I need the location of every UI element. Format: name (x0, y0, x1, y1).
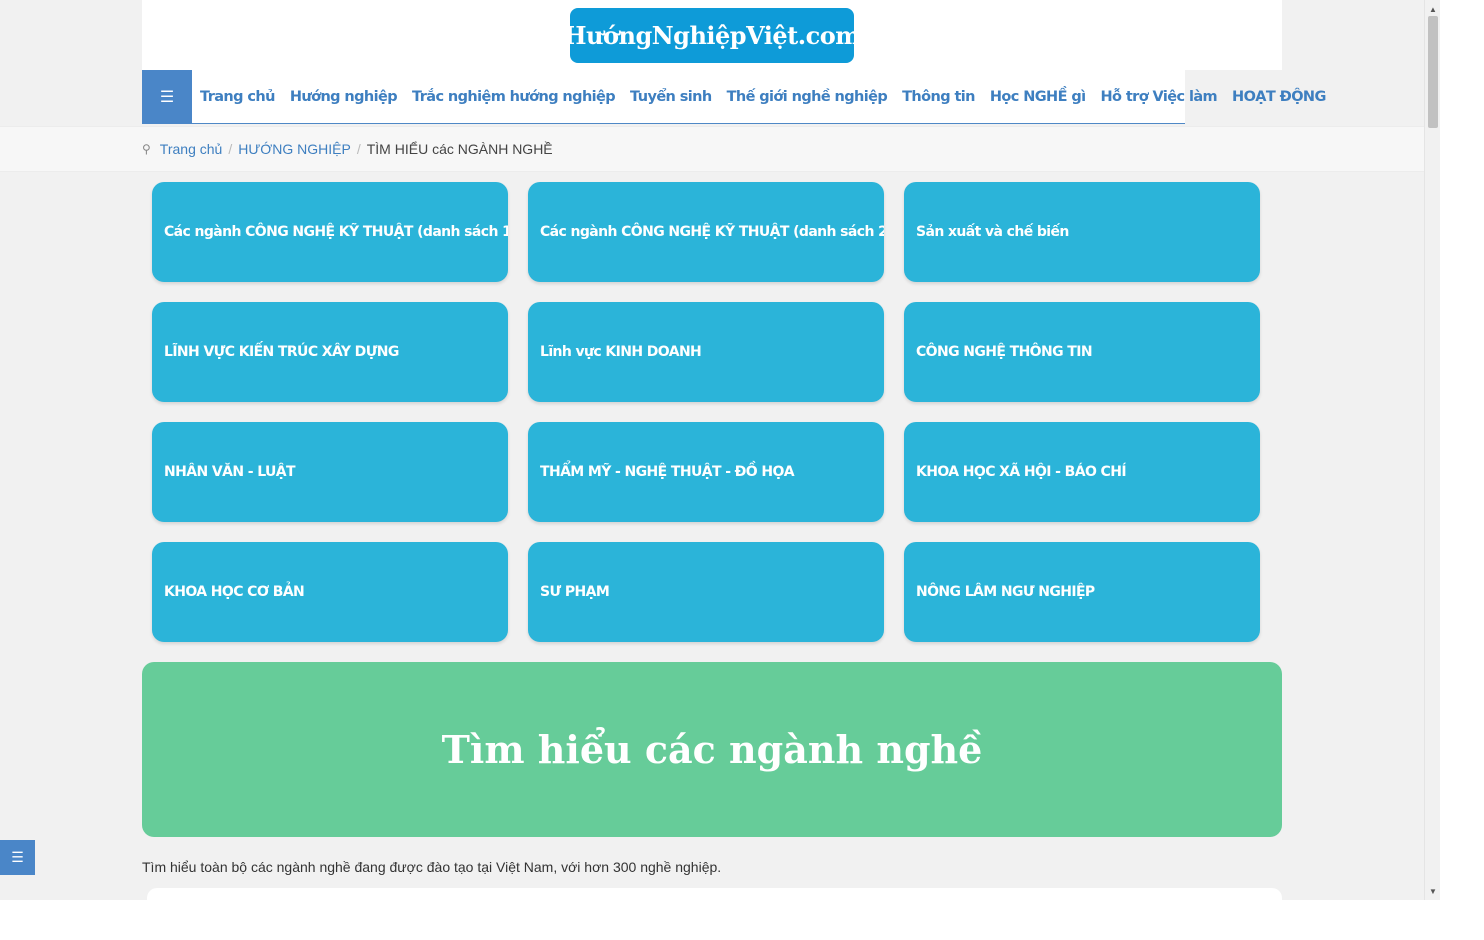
scroll-down-icon[interactable]: ▼ (1425, 884, 1440, 898)
breadcrumb-home[interactable]: Trang chủ (160, 141, 223, 157)
page-viewport: HướngNghiệpViệt.com ☰ Trang chủ Hướng ng… (0, 0, 1440, 900)
category-tile-humanities-law[interactable]: NHÂN VĂN - LUẬT (152, 422, 508, 522)
breadcrumb-separator: / (228, 141, 233, 157)
nav-item-career-test[interactable]: Trắc nghiệm hướng nghiệp (412, 89, 616, 105)
side-menu-icon[interactable]: ☰ (0, 840, 35, 875)
scroll-thumb[interactable] (1428, 16, 1438, 128)
site-logo[interactable]: HướngNghiệpViệt.com (564, 8, 861, 63)
nav-item-job-support[interactable]: Hỗ trợ Việc làm (1101, 89, 1218, 105)
nav-items: Trang chủ Hướng nghiệp Trắc nghiệm hướng… (192, 89, 1326, 105)
category-tile-business[interactable]: Lĩnh vực KINH DOANH (528, 302, 884, 402)
vertical-scrollbar[interactable]: ▲ ▼ (1424, 0, 1440, 900)
category-tile-social-journalism[interactable]: KHOA HỌC XÃ HỘI - BÁO CHÍ (904, 422, 1260, 522)
main-navbar: ☰ Trang chủ Hướng nghiệp Trắc nghiệm hướ… (142, 69, 1326, 124)
category-tile-agriculture[interactable]: NÔNG LÂM NGƯ NGHIỆP (904, 542, 1260, 642)
category-grid: Các ngành CÔNG NGHỆ KỸ THUẬT (danh sách … (152, 182, 1262, 642)
hero-banner: Tìm hiểu các ngành nghề (142, 662, 1282, 837)
nav-item-information[interactable]: Thông tin (902, 89, 975, 105)
breadcrumb-career-guidance[interactable]: HƯỚNG NGHIỆP (238, 141, 351, 157)
map-marker-icon: ⚲ (142, 142, 151, 156)
category-tile-it[interactable]: CÔNG NGHỆ THÔNG TIN (904, 302, 1260, 402)
category-tile-basic-science[interactable]: KHOA HỌC CƠ BẢN (152, 542, 508, 642)
nav-item-home[interactable]: Trang chủ (200, 89, 275, 105)
nav-item-career-guidance[interactable]: Hướng nghiệp (290, 89, 398, 105)
category-tile-architecture[interactable]: LĨNH VỰC KIẾN TRÚC XÂY DỰNG (152, 302, 508, 402)
category-tile-pedagogy[interactable]: SƯ PHẠM (528, 542, 884, 642)
site-header: HướngNghiệpViệt.com (142, 0, 1282, 70)
intro-text: Tìm hiểu toàn bộ các ngành nghề đang đượ… (142, 859, 722, 875)
scroll-up-icon[interactable]: ▲ (1425, 2, 1440, 16)
category-tile-arts-design[interactable]: THẨM MỸ - NGHỆ THUẬT - ĐỒ HỌA (528, 422, 884, 522)
menu-icon[interactable]: ☰ (142, 69, 192, 124)
nav-item-admissions[interactable]: Tuyển sinh (630, 89, 712, 105)
breadcrumb: ⚲ Trang chủ / HƯỚNG NGHIỆP / TÌM HIỂU cá… (0, 126, 1424, 172)
breadcrumb-separator: / (356, 141, 361, 157)
breadcrumb-current: TÌM HIỂU các NGÀNH NGHỀ (366, 141, 553, 157)
nav-item-activities[interactable]: HOẠT ĐỘNG (1232, 89, 1326, 105)
page-title: Tìm hiểu các ngành nghề (441, 727, 983, 772)
category-tile-tech-2[interactable]: Các ngành CÔNG NGHỆ KỸ THUẬT (danh sách … (528, 182, 884, 282)
category-tile-manufacturing[interactable]: Sản xuất và chế biến (904, 182, 1260, 282)
content-card (147, 888, 1282, 900)
nav-item-world-of-careers[interactable]: Thế giới nghề nghiệp (727, 89, 888, 105)
category-tile-tech-1[interactable]: Các ngành CÔNG NGHỆ KỸ THUẬT (danh sách … (152, 182, 508, 282)
nav-item-which-trade[interactable]: Học NGHỀ gì (990, 89, 1086, 105)
